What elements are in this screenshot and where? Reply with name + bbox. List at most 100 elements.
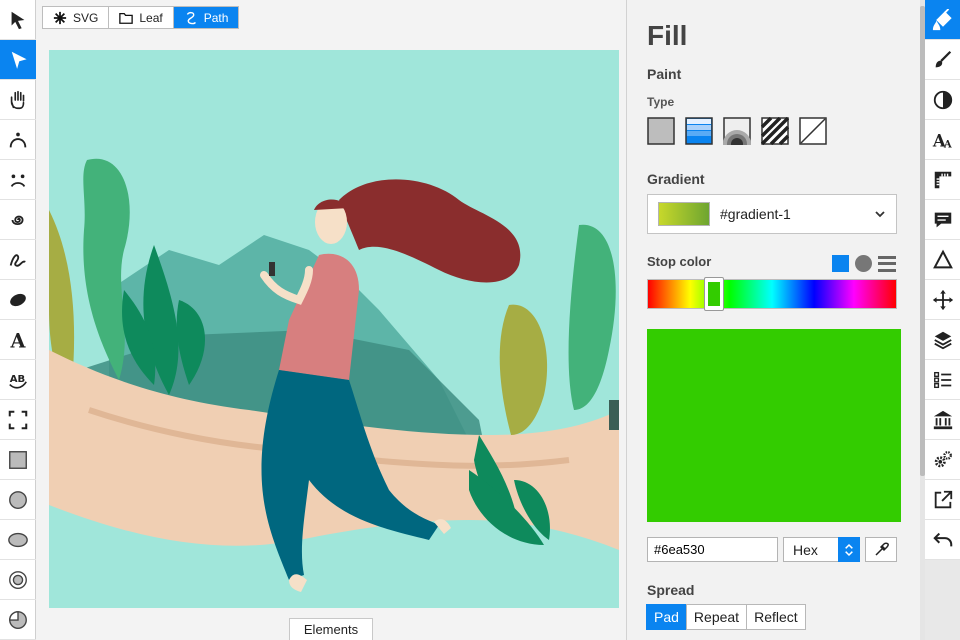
tool-move[interactable] — [925, 280, 960, 320]
tool-rectangle[interactable] — [0, 440, 36, 480]
paint-type-pattern[interactable] — [761, 117, 789, 145]
spread-reflect-button[interactable]: Reflect — [746, 604, 806, 630]
chevron-down-icon — [875, 211, 885, 218]
gradient-select[interactable]: #gradient-1 — [647, 194, 897, 234]
breadcrumb-label: Leaf — [139, 10, 163, 25]
tool-layers[interactable] — [925, 320, 960, 360]
tool-blob-brush[interactable] — [0, 280, 36, 320]
left-toolbar: A AB — [0, 0, 36, 640]
freehand-icon — [9, 253, 26, 267]
none-icon — [799, 117, 827, 145]
hex-input[interactable] — [647, 537, 778, 562]
tool-face-frown[interactable] — [0, 160, 36, 200]
svg-text:AB: AB — [10, 373, 25, 384]
tool-pan[interactable] — [0, 80, 36, 120]
stop-color-label: Stop color — [647, 254, 712, 269]
tool-typography[interactable]: AA — [925, 120, 960, 160]
tool-ruler[interactable] — [925, 160, 960, 200]
face-icon — [9, 132, 27, 147]
circle-swatch-icon[interactable] — [855, 255, 872, 272]
tool-export[interactable] — [925, 480, 960, 520]
tool-ring[interactable] — [0, 560, 36, 600]
breadcrumb-leaf[interactable]: Leaf — [109, 7, 174, 28]
fill-panel: Fill Paint Type Gradient #gradient-1 Sto… — [626, 0, 920, 640]
tool-stroke[interactable] — [925, 40, 960, 80]
flat-color-icon — [647, 117, 675, 145]
color-format-value: Hex — [793, 541, 818, 558]
gradient-name: #gradient-1 — [720, 206, 791, 222]
svg-text:A: A — [942, 139, 951, 150]
tool-text[interactable]: A — [0, 320, 36, 360]
tool-circle[interactable] — [0, 480, 36, 520]
color-mode-group — [832, 255, 896, 272]
tool-comment[interactable] — [925, 200, 960, 240]
tool-frame[interactable] — [0, 400, 36, 440]
layers-icon — [933, 331, 952, 349]
tool-freehand[interactable] — [0, 240, 36, 280]
tool-select[interactable] — [0, 0, 36, 40]
museum-icon — [933, 410, 952, 429]
hand-icon — [10, 90, 25, 109]
tool-pie[interactable] — [0, 600, 36, 640]
spread-pad-button[interactable]: Pad — [646, 604, 687, 630]
paint-type-radial[interactable] — [723, 117, 751, 145]
linear-gradient-icon — [685, 117, 713, 145]
tool-undo[interactable] — [925, 520, 960, 560]
tool-text-path[interactable]: AB — [0, 360, 36, 400]
svg-text:A: A — [10, 329, 27, 351]
tool-settings[interactable] — [925, 440, 960, 480]
gradient-label: Gradient — [647, 171, 705, 187]
canvas-area: SVG Leaf Path Elements — [36, 0, 626, 640]
color-preview[interactable] — [647, 329, 901, 522]
type-label: Type — [647, 95, 675, 109]
spread-label: Spread — [647, 582, 695, 598]
list-icon — [933, 371, 951, 388]
move-icon — [932, 289, 953, 310]
ruler-icon — [934, 171, 951, 188]
rectangle-icon — [9, 450, 27, 469]
artwork-canvas[interactable] — [49, 50, 619, 608]
tool-triangle[interactable] — [925, 240, 960, 280]
paint-type-group — [647, 117, 827, 145]
contrast-icon — [933, 90, 952, 109]
text-path-icon: AB — [9, 373, 27, 389]
tool-ellipse[interactable] — [0, 520, 36, 560]
node-arrow-icon — [11, 51, 27, 69]
hue-slider[interactable] — [647, 277, 897, 311]
path-icon — [186, 11, 196, 24]
triangle-icon — [932, 249, 953, 268]
paint-label: Paint — [647, 66, 682, 82]
face-frown-icon — [10, 174, 26, 187]
tool-library[interactable] — [925, 400, 960, 440]
brush-blob-icon — [10, 293, 26, 306]
right-toolbar: AA — [925, 0, 960, 640]
paint-type-none[interactable] — [799, 117, 827, 145]
color-format-select[interactable]: Hex — [783, 537, 860, 562]
tool-spiral[interactable] — [0, 200, 36, 240]
square-swatch-icon[interactable] — [832, 255, 849, 272]
breadcrumb-label: Path — [203, 10, 229, 25]
spread-repeat-button[interactable]: Repeat — [685, 604, 748, 630]
tool-node-select[interactable] — [0, 40, 36, 80]
circle-icon — [9, 490, 27, 509]
tool-fill[interactable] — [925, 0, 960, 40]
tool-opacity[interactable] — [925, 80, 960, 120]
eyedropper-button[interactable] — [865, 537, 897, 562]
breadcrumb-label: SVG — [73, 10, 99, 25]
gears-icon — [934, 450, 952, 467]
gradient-swatch — [658, 202, 710, 226]
breadcrumb-svg[interactable]: SVG — [43, 7, 110, 28]
hue-slider-handle[interactable] — [704, 277, 724, 311]
tool-face[interactable] — [0, 120, 36, 160]
tool-list[interactable] — [925, 360, 960, 400]
brush-icon — [935, 50, 951, 67]
elements-tab[interactable]: Elements — [289, 618, 373, 640]
paint-type-flat[interactable] — [647, 117, 675, 145]
spiral-icon — [11, 215, 24, 225]
breadcrumb-path[interactable]: Path — [173, 7, 239, 28]
select-arrow-icon — [11, 11, 25, 29]
paint-type-linear[interactable] — [685, 117, 713, 145]
eyedropper-icon — [875, 542, 889, 556]
ring-icon — [9, 570, 27, 589]
list-view-icon[interactable] — [878, 255, 896, 272]
